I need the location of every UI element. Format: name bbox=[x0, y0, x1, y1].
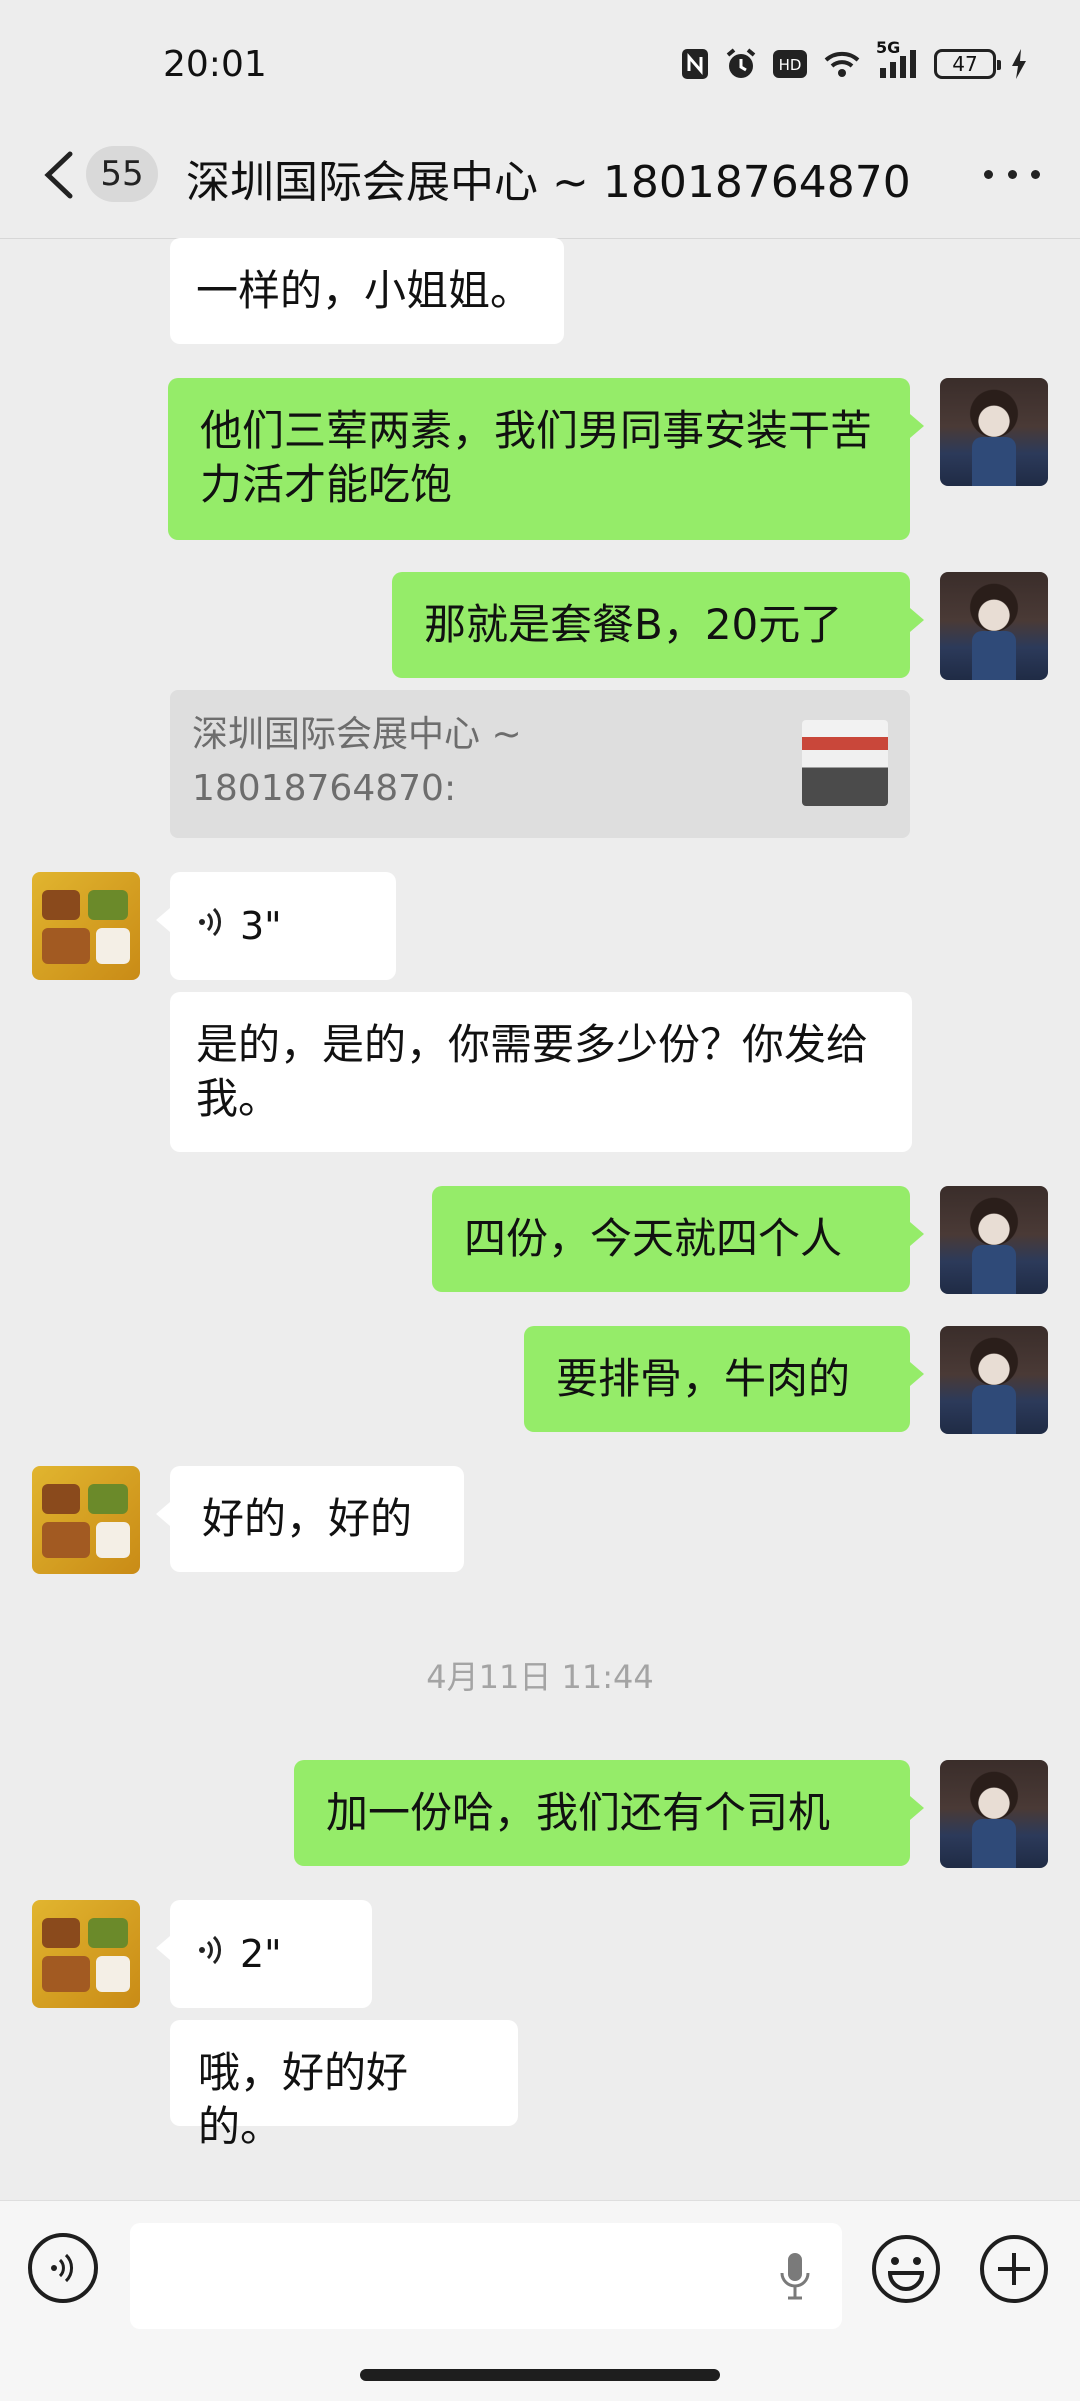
contact-avatar[interactable] bbox=[32, 1900, 140, 2008]
my-avatar[interactable] bbox=[940, 378, 1048, 486]
emoji-icon[interactable] bbox=[870, 2233, 942, 2305]
contact-avatar[interactable] bbox=[32, 1466, 140, 1574]
plus-icon[interactable] bbox=[978, 2233, 1050, 2305]
message-bubble-outgoing[interactable]: 要排骨，牛肉的 bbox=[524, 1326, 924, 1432]
contact-avatar[interactable] bbox=[32, 872, 140, 980]
unread-count-badge[interactable]: 55 bbox=[86, 146, 158, 202]
network-label: 5G bbox=[876, 38, 901, 57]
battery-level: 47 bbox=[952, 52, 978, 76]
input-bar bbox=[0, 2200, 1080, 2401]
message-bubble-incoming[interactable]: 一样的，小姐姐。 bbox=[170, 238, 564, 344]
status-time: 20:01 bbox=[163, 44, 267, 85]
wifi-icon bbox=[822, 48, 862, 80]
voice-duration: 3" bbox=[240, 904, 282, 948]
my-avatar[interactable] bbox=[940, 572, 1048, 680]
back-icon[interactable] bbox=[40, 146, 80, 204]
microphone-icon[interactable] bbox=[778, 2251, 812, 2301]
alarm-icon bbox=[724, 47, 758, 81]
nfc-icon bbox=[680, 47, 710, 81]
message-bubble-outgoing[interactable]: 四份，今天就四个人 bbox=[432, 1186, 924, 1292]
my-avatar[interactable] bbox=[940, 1760, 1048, 1868]
message-bubble-outgoing[interactable]: 那就是套餐B，20元了 bbox=[392, 572, 924, 678]
charging-icon bbox=[1010, 48, 1028, 80]
quoted-image-thumbnail[interactable] bbox=[802, 720, 888, 806]
battery-icon: 47 bbox=[934, 49, 1001, 79]
chat-timestamp: 4月11日 11:44 bbox=[426, 1658, 654, 1696]
chat-title: 深圳国际会展中心 ~ 18018764870 bbox=[186, 157, 911, 208]
message-bubble-incoming[interactable]: 好的，好的 bbox=[156, 1466, 464, 1572]
home-indicator[interactable] bbox=[360, 2369, 720, 2381]
chat-header: 55 深圳国际会展中心 ~ 18018764870 bbox=[0, 120, 1080, 239]
voice-message[interactable]: 3" bbox=[156, 872, 396, 980]
my-avatar[interactable] bbox=[940, 1326, 1048, 1434]
message-input[interactable] bbox=[130, 2223, 842, 2329]
my-avatar[interactable] bbox=[940, 1186, 1048, 1294]
voice-wave-icon bbox=[196, 904, 226, 948]
status-icons: HD 5G 47 bbox=[680, 38, 1028, 84]
status-bar: 20:01 HD 5G 47 bbox=[0, 0, 1080, 130]
voice-duration: 2" bbox=[240, 1932, 282, 1976]
hd-icon: HD bbox=[772, 49, 808, 79]
voice-input-toggle-icon[interactable] bbox=[28, 2233, 98, 2303]
message-bubble-outgoing[interactable]: 他们三荤两素，我们男同事安装干苦力活才能吃饱 bbox=[168, 378, 924, 540]
signal-5g-icon: 5G bbox=[876, 38, 920, 80]
quoted-message[interactable]: 深圳国际会展中心 ~ 18018764870: bbox=[170, 690, 910, 838]
more-options-icon[interactable] bbox=[984, 156, 1040, 192]
voice-message[interactable]: 2" bbox=[156, 1900, 372, 2008]
message-bubble-outgoing[interactable]: 加一份哈，我们还有个司机 bbox=[294, 1760, 924, 1866]
svg-text:HD: HD bbox=[779, 56, 802, 74]
quoted-message-text: 深圳国际会展中心 ~ 18018764870: bbox=[192, 714, 522, 809]
voice-wave-icon bbox=[196, 1932, 226, 1976]
message-bubble-incoming[interactable]: 哦，好的好的。 bbox=[170, 2020, 518, 2151]
message-bubble-incoming[interactable]: 是的，是的，你需要多少份？你发给我。 bbox=[170, 992, 912, 1152]
